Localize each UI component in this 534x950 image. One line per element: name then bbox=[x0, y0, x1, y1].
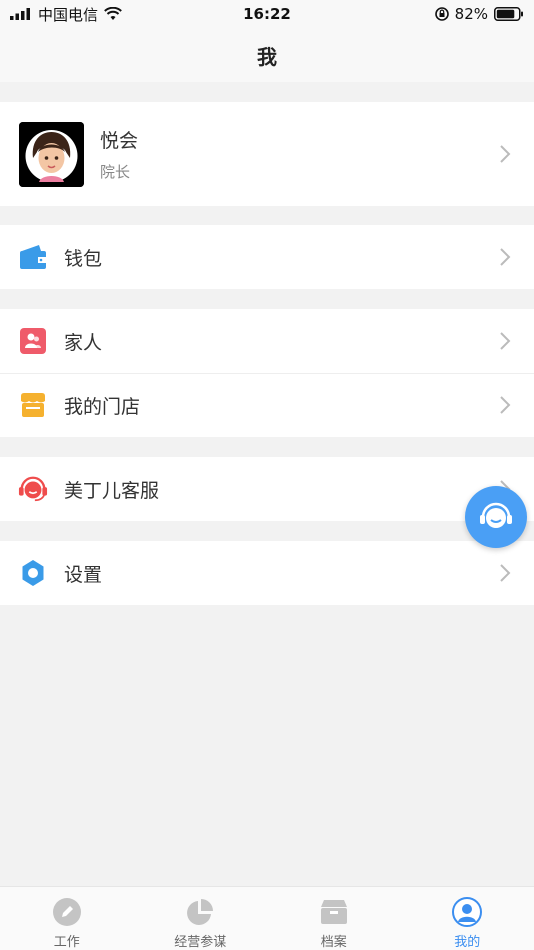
tab-mine[interactable]: 我的 bbox=[401, 887, 534, 950]
wallet-icon bbox=[18, 242, 48, 272]
family-store-card: 家人 我的门店 bbox=[0, 309, 534, 437]
wifi-icon bbox=[104, 7, 122, 20]
avatar bbox=[19, 121, 84, 187]
menu-label-family: 家人 bbox=[64, 331, 103, 354]
status-right: 82% bbox=[434, 5, 524, 23]
profile-role: 院长 bbox=[100, 163, 131, 181]
menu-item-wallet[interactable]: 钱包 bbox=[0, 225, 534, 289]
battery-icon bbox=[494, 7, 523, 21]
tab-label: 档案 bbox=[320, 935, 347, 950]
page-title: 我 bbox=[257, 44, 277, 69]
tab-label: 工作 bbox=[53, 935, 80, 950]
carrier-name: 中国电信 bbox=[38, 5, 99, 24]
menu-item-customer-service[interactable]: 美丁儿客服 bbox=[0, 457, 534, 521]
profile-card: 悦会 院长 bbox=[0, 102, 534, 206]
menu-item-family[interactable]: 家人 bbox=[0, 309, 534, 373]
status-bar: 中国电信 16:22 82% bbox=[0, 0, 534, 28]
menu-label-settings: 设置 bbox=[64, 563, 103, 586]
wallet-card: 钱包 bbox=[0, 225, 534, 289]
tab-label: 经营参谋 bbox=[174, 935, 227, 950]
battery-percent: 82% bbox=[454, 5, 488, 23]
tab-label: 我的 bbox=[454, 935, 481, 950]
chevron-right-icon bbox=[500, 145, 511, 163]
profile-row[interactable]: 悦会 院长 bbox=[0, 102, 534, 206]
menu-label-customer-service: 美丁儿客服 bbox=[64, 479, 160, 502]
archive-box-icon bbox=[319, 897, 349, 927]
menu-label-my-store: 我的门店 bbox=[64, 395, 141, 418]
menu-label-wallet: 钱包 bbox=[64, 247, 103, 270]
chevron-right-icon bbox=[500, 332, 511, 350]
chevron-right-icon bbox=[500, 248, 511, 266]
chevron-right-icon bbox=[500, 564, 511, 582]
tab-work[interactable]: 工作 bbox=[0, 887, 134, 950]
pie-chart-icon bbox=[185, 897, 215, 927]
menu-item-settings[interactable]: 设置 bbox=[0, 541, 534, 605]
gear-icon bbox=[18, 558, 48, 588]
chevron-right-icon bbox=[500, 396, 511, 414]
headset-icon bbox=[18, 474, 48, 504]
headset-icon bbox=[480, 502, 512, 528]
status-left: 中国电信 bbox=[10, 4, 210, 25]
store-icon bbox=[18, 390, 48, 420]
profile-name: 悦会 bbox=[100, 130, 139, 152]
nav-bar: 我 bbox=[0, 28, 534, 82]
settings-card: 设置 bbox=[0, 541, 534, 605]
pencil-icon bbox=[52, 897, 82, 927]
floating-service-button[interactable] bbox=[465, 486, 527, 548]
rotation-lock-icon bbox=[434, 7, 449, 21]
profile-text: 悦会 院长 bbox=[100, 126, 138, 182]
tab-business-advisor[interactable]: 经营参谋 bbox=[134, 887, 268, 950]
signal-icon bbox=[10, 8, 30, 20]
family-icon bbox=[18, 326, 48, 356]
tab-bar: 工作 经营参谋 档案 我的 bbox=[0, 886, 534, 950]
tab-archive[interactable]: 档案 bbox=[267, 887, 401, 950]
user-icon bbox=[452, 897, 483, 927]
service-card: 美丁儿客服 bbox=[0, 457, 534, 521]
menu-item-my-store[interactable]: 我的门店 bbox=[0, 373, 534, 437]
